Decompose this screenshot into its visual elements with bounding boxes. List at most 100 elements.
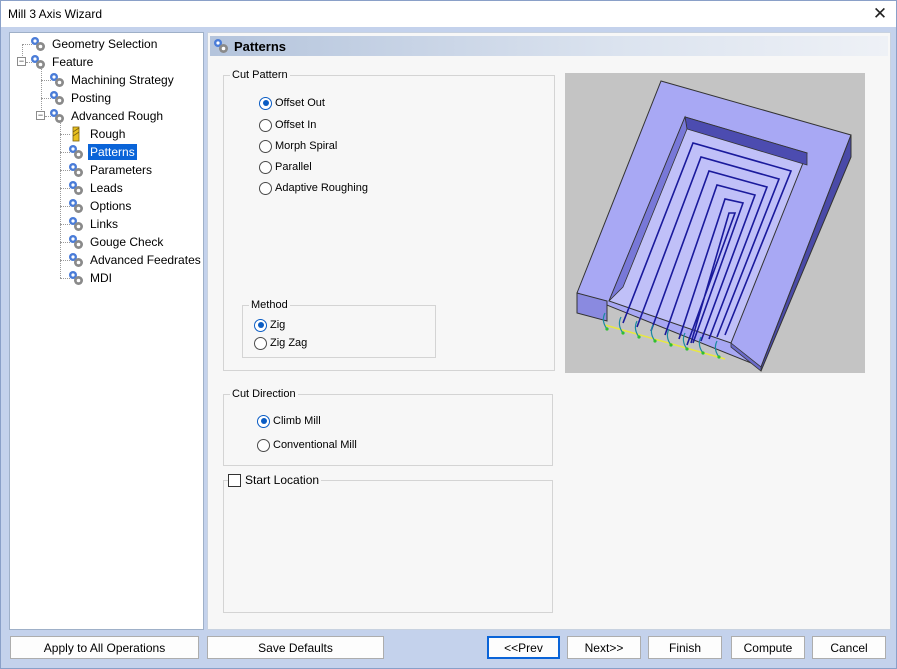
radio-label: Conventional Mill	[273, 439, 357, 451]
tree-item-label: Advanced Feedrates	[90, 253, 201, 267]
panel-title: Patterns	[234, 38, 287, 54]
cancel-button[interactable]: Cancel	[812, 636, 886, 659]
title-bar: Mill 3 Axis Wizard ✕	[1, 1, 896, 27]
apply-all-button[interactable]: Apply to All Operations	[10, 636, 199, 659]
tool-icon	[72, 126, 80, 142]
pocket-toolpath-illustration	[576, 80, 852, 372]
next-button[interactable]: Next>>	[567, 636, 641, 659]
tree-item-patterns[interactable]: Patterns	[68, 143, 138, 161]
tree-item-leads[interactable]: Leads	[68, 179, 125, 197]
tree-item-mdi[interactable]: MDI	[68, 269, 114, 287]
close-icon[interactable]: ✕	[864, 1, 896, 27]
tree-item-label: Leads	[90, 181, 123, 195]
pattern-preview-image	[565, 73, 865, 373]
radio-circle	[259, 118, 272, 132]
gear-group-icon	[50, 109, 64, 123]
radio-circle	[259, 181, 272, 195]
prev-button[interactable]: <<Prev	[487, 636, 560, 659]
radio-label: Adaptive Roughing	[275, 182, 368, 194]
radio-circle	[254, 336, 267, 350]
collapse-advanced-rough-toggle[interactable]: −	[36, 111, 45, 120]
radio-label: Offset Out	[275, 97, 325, 109]
tree-item-label: Links	[90, 217, 119, 231]
gear-group-icon	[69, 163, 83, 177]
gear-group-icon	[69, 145, 83, 159]
tree-item-advanced-rough[interactable]: Advanced Rough	[49, 107, 165, 125]
tree-item-label: Feature	[52, 55, 94, 69]
gear-group-icon	[69, 199, 83, 213]
start-location-label: Start Location	[245, 473, 320, 487]
tree-item-options[interactable]: Options	[68, 197, 133, 215]
radio-conventional-mill[interactable]: Conventional Mill	[257, 437, 357, 453]
gear-group-icon	[69, 217, 83, 231]
start-location-checkbox[interactable]: Start Location	[228, 473, 322, 487]
wizard-tree: − − Geometry Selection Feature Machining…	[9, 32, 204, 630]
gear-group-icon	[69, 181, 83, 195]
radio-label: Zig Zag	[270, 337, 308, 349]
patterns-panel: Patterns Cut Pattern Offset Out Offset I…	[207, 32, 891, 630]
cut-pattern-group: Cut Pattern Offset Out Offset In Morph S…	[223, 69, 555, 371]
window-title: Mill 3 Axis Wizard	[8, 7, 103, 21]
radio-circle	[254, 318, 267, 332]
tree-item-label: Options	[90, 199, 132, 213]
radio-zig-zag[interactable]: Zig Zag	[254, 335, 307, 351]
tree-item-label: Gouge Check	[90, 235, 164, 249]
gear-group-icon	[31, 55, 45, 69]
radio-morph-spiral[interactable]: Morph Spiral	[259, 138, 337, 154]
cut-direction-group: Cut Direction Climb Mill Conventional Mi…	[223, 388, 553, 466]
tree-connector	[41, 69, 42, 116]
radio-parallel[interactable]: Parallel	[259, 159, 312, 175]
gear-group-icon	[69, 235, 83, 249]
cut-pattern-label: Cut Pattern	[230, 69, 290, 82]
radio-circle	[257, 414, 270, 428]
radio-label: Morph Spiral	[275, 140, 338, 152]
radio-zig[interactable]: Zig	[254, 317, 285, 333]
finish-button[interactable]: Finish	[648, 636, 722, 659]
tree-item-parameters[interactable]: Parameters	[68, 161, 154, 179]
collapse-feature-toggle[interactable]: −	[17, 57, 26, 66]
tree-item-feature[interactable]: Feature	[30, 53, 95, 71]
radio-label: Offset In	[275, 119, 317, 131]
tree-item-machining-strategy[interactable]: Machining Strategy	[49, 71, 176, 89]
gear-group-icon	[69, 271, 83, 285]
save-defaults-button[interactable]: Save Defaults	[207, 636, 384, 659]
start-location-group: Start Location	[223, 473, 553, 613]
radio-offset-in[interactable]: Offset In	[259, 117, 316, 133]
tree-item-label: Parameters	[90, 163, 153, 177]
tree-item-gouge-check[interactable]: Gouge Check	[68, 233, 165, 251]
radio-label: Climb Mill	[273, 415, 321, 427]
cut-direction-label: Cut Direction	[230, 388, 298, 401]
tree-item-label: Posting	[71, 91, 112, 105]
panel-header: Patterns	[210, 36, 888, 56]
radio-offset-out[interactable]: Offset Out	[259, 95, 325, 111]
tree-item-label: MDI	[90, 271, 112, 285]
tree-item-rough[interactable]: Rough	[68, 125, 127, 143]
radio-climb-mill[interactable]: Climb Mill	[257, 413, 321, 429]
radio-label: Zig	[270, 319, 286, 331]
tree-item-posting[interactable]: Posting	[49, 89, 113, 107]
radio-circle	[257, 438, 270, 452]
tree-item-label: Geometry Selection	[52, 37, 158, 51]
tree-item-links[interactable]: Links	[68, 215, 120, 233]
radio-circle	[259, 139, 272, 153]
gear-group-icon	[69, 253, 83, 267]
radio-circle	[259, 160, 272, 174]
radio-adaptive-roughing[interactable]: Adaptive Roughing	[259, 180, 368, 196]
tree-connector	[60, 123, 61, 278]
checkbox-box	[228, 473, 241, 487]
tree-item-geometry-selection[interactable]: Geometry Selection	[30, 35, 159, 53]
gear-group-icon	[50, 73, 64, 87]
gear-group-icon	[214, 39, 228, 53]
gear-group-icon	[31, 37, 45, 51]
method-label: Method	[249, 299, 290, 312]
tree-item-advanced-feedrates[interactable]: Advanced Feedrates	[68, 251, 203, 269]
method-group: Method Zig Zig Zag	[242, 299, 436, 358]
wizard-window: Mill 3 Axis Wizard ✕ − − Geometry Select…	[0, 0, 897, 669]
compute-button[interactable]: Compute	[731, 636, 805, 659]
tree-item-label: Advanced Rough	[71, 109, 164, 123]
tree-item-label: Patterns	[87, 143, 138, 161]
radio-label: Parallel	[275, 161, 312, 173]
tree-item-label: Rough	[90, 127, 126, 141]
tree-item-label: Machining Strategy	[71, 73, 174, 87]
radio-circle	[259, 96, 272, 110]
